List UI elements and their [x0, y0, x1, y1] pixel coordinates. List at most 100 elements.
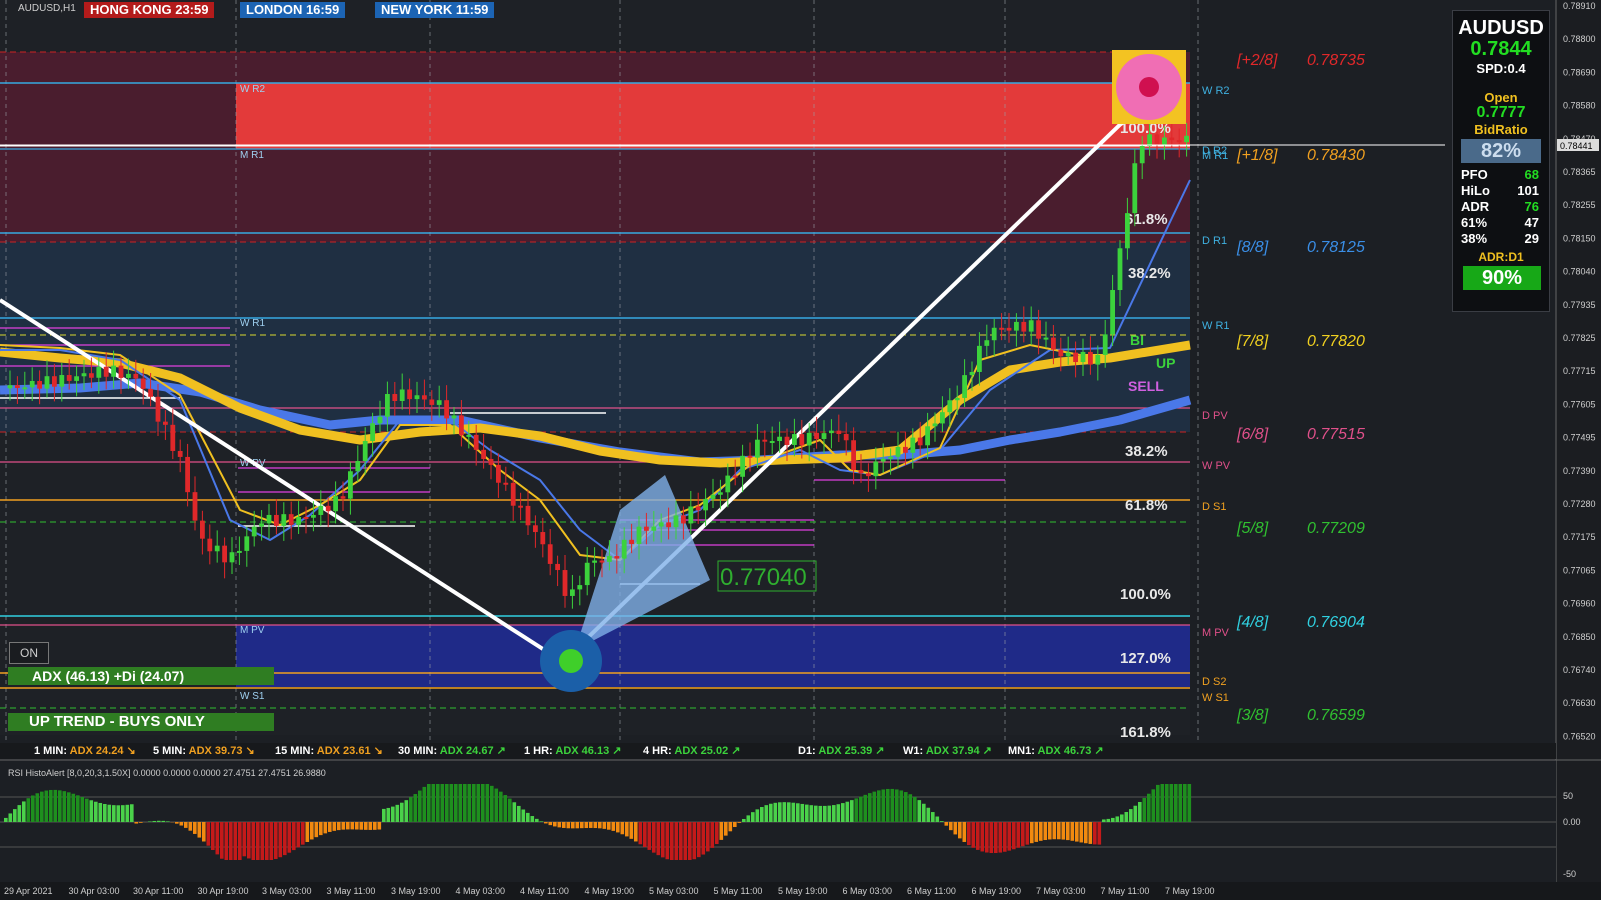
rsi-bar — [287, 822, 292, 853]
rsi-bar — [989, 822, 994, 854]
candle-body — [925, 426, 930, 446]
candle-body — [118, 365, 124, 378]
candle-body — [163, 421, 168, 425]
candle-body — [281, 514, 287, 526]
rsi-bar — [742, 818, 746, 822]
price-tick-8: 0.78040 — [1563, 267, 1596, 277]
panel-stat-key: 61% — [1461, 215, 1488, 230]
rsi-bar — [85, 798, 89, 822]
rsi-bar — [647, 822, 652, 850]
rsi-bar — [116, 805, 121, 822]
candle-body — [533, 525, 538, 533]
candle-body — [614, 556, 620, 559]
panel-bidratio-label: BidRatio — [1474, 122, 1528, 137]
panel-bidratio-value: 82% — [1461, 139, 1541, 163]
candle-body — [1184, 135, 1189, 143]
candle-body — [66, 375, 72, 381]
panel-stat-key: ADR — [1461, 199, 1490, 214]
rsi-bar — [548, 822, 553, 826]
candle-body — [821, 433, 827, 439]
left-pivot-label-4: M PV — [240, 625, 265, 636]
price-tick-3: 0.78580 — [1563, 101, 1596, 111]
rsi-bar — [805, 804, 809, 822]
rsi-bar — [152, 820, 157, 822]
rsi-bar — [998, 822, 1003, 853]
time-label-6: 3 May 19:00 — [391, 886, 441, 896]
rsi-bar — [166, 821, 170, 822]
rsi-bar — [800, 803, 805, 822]
candle-body — [599, 560, 605, 563]
candle-body — [348, 471, 353, 499]
rsi-bar — [1169, 784, 1174, 822]
price-tick-11: 0.77715 — [1563, 366, 1596, 376]
rsi-bar — [899, 790, 904, 822]
rsi-bar — [211, 822, 215, 851]
panel-stat-row: PFO 68 — [1453, 167, 1549, 183]
price-tick-15: 0.77280 — [1563, 499, 1596, 509]
adx-timeframe-2: 15 MIN: ADX 23.61 ↘ — [275, 745, 383, 757]
candle-body — [52, 376, 57, 387]
candle-body — [392, 394, 398, 401]
candle-body — [22, 387, 28, 390]
rsi-bar — [980, 822, 985, 852]
adx-timeframe-5: 4 HR: ADX 25.02 ↗ — [643, 745, 741, 757]
murrey-label: [+1/8] — [1236, 147, 1278, 164]
rsi-bar — [517, 805, 521, 822]
clock-2: NEW YORK 11:59 — [375, 2, 495, 18]
rsi-bar — [976, 822, 980, 850]
candle-body — [15, 385, 20, 389]
fib-label-4: 61.8% — [1125, 497, 1168, 514]
adx-timeframe-6: D1: ADX 25.39 ↗ — [798, 745, 885, 757]
rsi-bar — [157, 820, 161, 822]
symbol-tag: AUDUSD,H1 — [18, 3, 76, 14]
clock-1: LONDON 16:59 — [240, 2, 346, 18]
candle-body — [496, 464, 501, 483]
candle-body — [836, 430, 842, 434]
symbol-info-panel: AUDUSD 0.7844 SPD:0.4 Open 0.7777 BidRat… — [1452, 10, 1550, 312]
rsi-bar — [796, 803, 800, 822]
rsi-bar — [1007, 822, 1012, 851]
rsi-bar — [670, 822, 674, 860]
rsi-bar — [134, 822, 139, 824]
pivot-label-4: W R1 — [1202, 320, 1230, 332]
rsi-bar — [881, 789, 886, 822]
price-tick-18: 0.76960 — [1563, 599, 1596, 609]
rsi-bar — [44, 790, 49, 822]
candle-body — [1095, 354, 1101, 365]
rsi-bar — [823, 805, 827, 822]
rsi-bar — [269, 822, 274, 860]
on-button[interactable]: ON — [9, 642, 49, 664]
rsi-bar — [274, 822, 278, 859]
time-label-14: 6 May 11:00 — [907, 886, 956, 896]
rsi-bar — [215, 822, 220, 855]
time-label-15: 6 May 19:00 — [972, 886, 1022, 896]
rsi-bar — [1025, 822, 1030, 845]
candle-body — [607, 556, 612, 562]
panel-stats: PFO 68 HiLo 101 ADR 76 61% 47 38% 29 — [1453, 167, 1549, 247]
rsi-bar — [769, 803, 773, 822]
rsi-bar — [71, 793, 76, 822]
rsi-bar — [49, 789, 53, 822]
adx-timeframe-7: W1: ADX 37.94 ↗ — [903, 745, 992, 757]
time-label-18: 7 May 19:00 — [1165, 886, 1215, 896]
price-chart[interactable]: W R2D R2M R1D R1W R1D PVW PVD S1M PVD S2… — [0, 0, 1601, 900]
rsi-bar — [8, 813, 13, 822]
time-label-0: 29 Apr 2021 — [4, 886, 53, 896]
rsi-bar — [1048, 822, 1052, 840]
rsi-bar — [1124, 811, 1129, 822]
rsi-bar — [787, 802, 791, 822]
rsi-bar — [571, 822, 575, 829]
candle-body — [644, 526, 649, 531]
rsi-bar — [701, 822, 706, 855]
rsi-bar — [40, 791, 44, 822]
rsi-bar — [449, 784, 454, 822]
candle-body — [422, 395, 427, 400]
rsi-bar — [661, 822, 665, 858]
time-label-8: 4 May 11:00 — [520, 886, 569, 896]
candle-body — [96, 366, 102, 378]
candle-body — [932, 423, 938, 427]
rsi-bar — [1079, 822, 1084, 843]
rsi-bar — [620, 822, 625, 835]
candle-body — [688, 506, 694, 524]
candle-body — [185, 456, 190, 493]
